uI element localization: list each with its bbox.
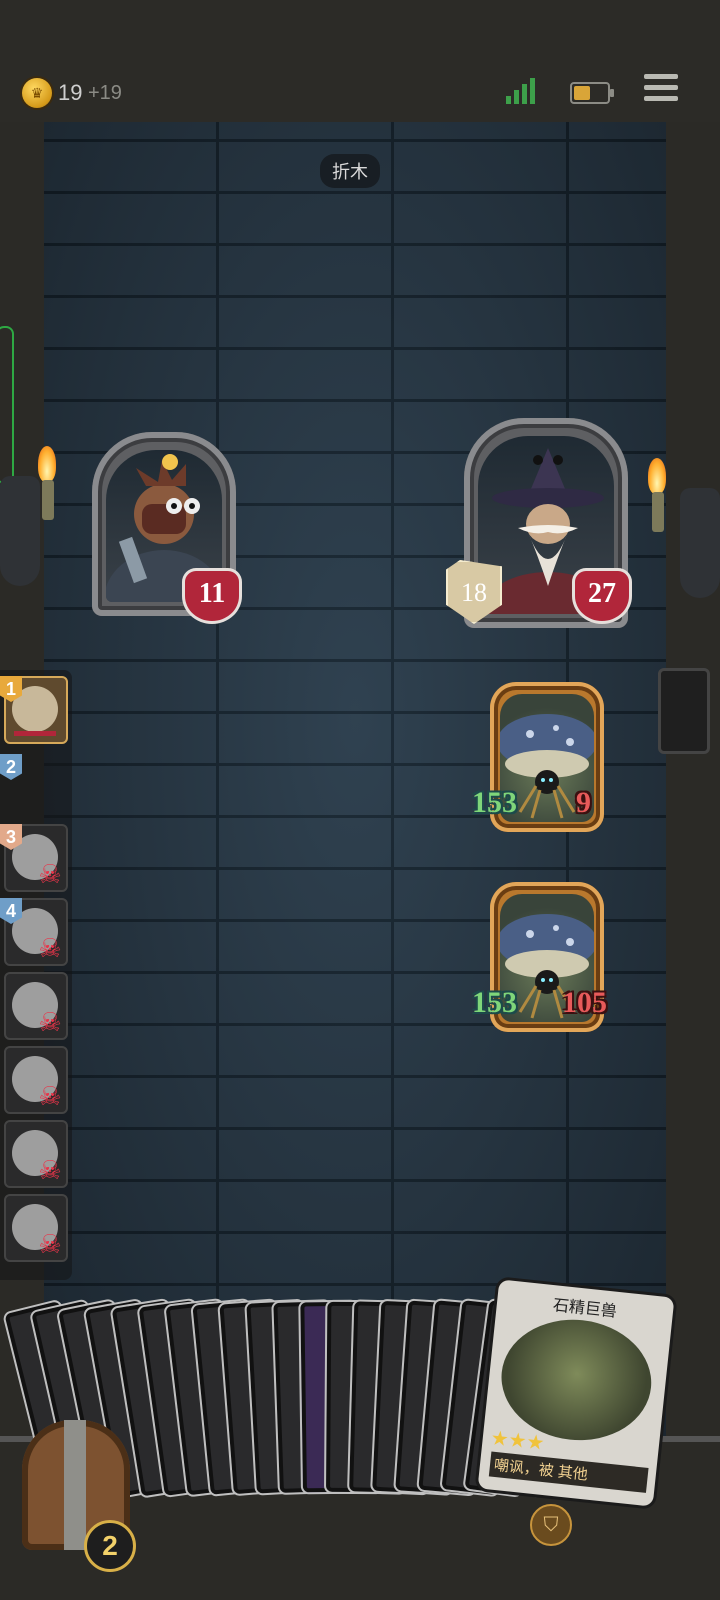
gold-count: 19 <box>58 80 83 105</box>
enemy-card-spider-mushroom[interactable]: 153 9 <box>472 682 604 832</box>
battery-icon <box>570 82 614 104</box>
enemy-hp: 105 <box>562 986 607 1019</box>
turn-slot[interactable]: ☠ <box>4 1046 68 1114</box>
skull-icon: ☠ <box>38 859 62 889</box>
torch-icon <box>646 458 668 532</box>
torch-icon <box>36 446 58 520</box>
card-description: 嘲讽，被 其他 <box>488 1451 649 1493</box>
skull-icon: ☠ <box>38 1081 62 1111</box>
turn-slot[interactable]: ☠ <box>4 1194 68 1262</box>
hero-hp: 27 <box>572 568 632 624</box>
left-sconce <box>0 476 40 586</box>
enemy-hp: 9 <box>576 786 591 819</box>
right-sconce <box>680 488 720 598</box>
room-name: 折木 <box>320 154 380 188</box>
signal-icon <box>506 78 535 104</box>
turn-queue: 1 2 ☠ 3 ☠ 4 ☠ ☠ ☠ ☠ <box>0 670 72 1280</box>
enemy-defense: 153 <box>472 986 517 1019</box>
hero-card-wizard[interactable]: 18 27 <box>446 418 632 628</box>
turn-index-badge: 2 <box>0 754 22 780</box>
featured-card[interactable]: 石精巨兽 ★★★ 嘲讽，被 其他 <box>477 1279 675 1507</box>
skull-icon: ☠ <box>38 1229 62 1259</box>
door-handle-icon[interactable] <box>658 668 710 754</box>
hero-card-engineer[interactable]: 11 <box>92 432 242 624</box>
top-bar: ♛ 19 +19 <box>0 0 720 122</box>
skull-icon: ☠ <box>38 1155 62 1185</box>
turn-slot[interactable]: ☠ <box>4 1120 68 1188</box>
skull-icon: ☠ <box>38 1007 62 1037</box>
battery-fill <box>574 86 590 100</box>
gold-income: +19 <box>88 82 122 104</box>
enemy-defense: 153 <box>472 786 517 819</box>
menu-button[interactable] <box>644 74 678 106</box>
helmet-icon[interactable]: ⛉ <box>530 1504 572 1546</box>
coin-icon: ♛ <box>22 78 52 108</box>
skull-icon: ☠ <box>38 933 62 963</box>
deck-chest-button[interactable]: 2 <box>8 1410 144 1572</box>
side-panel-tab[interactable] <box>0 326 14 484</box>
enemy-card-spider-mushroom[interactable]: 153 105 <box>472 882 607 1032</box>
hero-hp: 11 <box>182 568 242 624</box>
deck-count: 2 <box>84 1520 136 1572</box>
right-pillar <box>658 122 720 1442</box>
golem-portrait-icon <box>495 1312 658 1448</box>
turn-slot[interactable]: ☠ <box>4 972 68 1040</box>
